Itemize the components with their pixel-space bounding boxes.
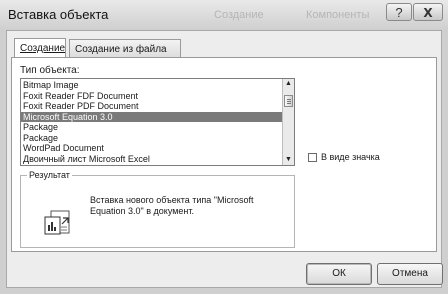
grip-line bbox=[287, 101, 291, 102]
list-item[interactable]: WordPad Document bbox=[21, 143, 283, 154]
scrollbar-thumb[interactable] bbox=[284, 95, 293, 107]
arrow-down-icon[interactable]: ▼ bbox=[285, 156, 292, 164]
tab-create-from-file[interactable]: Создание из файла bbox=[69, 39, 181, 58]
result-group: Результат Вставка нового объекта типа "M… bbox=[20, 170, 295, 248]
close-button[interactable]: X bbox=[413, 3, 443, 21]
result-description: Вставка нового объекта типа "Microsoft E… bbox=[90, 195, 254, 216]
object-type-list[interactable]: Bitmap Image Foxit Reader FDF Document F… bbox=[20, 78, 295, 166]
tab-panel: Тип объекта: Bitmap Image Foxit Reader F… bbox=[11, 57, 437, 252]
list-scrollbar[interactable]: ▲ ▼ bbox=[282, 79, 294, 165]
list-item-selected[interactable]: Microsoft Equation 3.0 bbox=[21, 111, 283, 122]
close-icon: X bbox=[423, 6, 433, 20]
insert-object-dialog: Вставка объекта Создание Компоненты ? X … bbox=[0, 0, 448, 294]
tab-label: Создание bbox=[20, 43, 66, 54]
title-bar: Вставка объекта Создание Компоненты ? X bbox=[0, 0, 448, 30]
list-item[interactable]: Package bbox=[21, 133, 283, 144]
grip-line bbox=[287, 103, 291, 104]
list-item[interactable]: Foxit Reader PDF Document bbox=[21, 101, 283, 112]
dialog-body: Создание Создание из файла Тип объекта: … bbox=[6, 30, 443, 288]
grip-line bbox=[287, 99, 291, 100]
tab-create[interactable]: Создание bbox=[14, 38, 66, 58]
as-icon-checkbox[interactable] bbox=[308, 153, 317, 162]
tab-label: Создание из файла bbox=[75, 44, 167, 55]
background-title-text: Создание bbox=[214, 9, 264, 21]
cancel-button[interactable]: Отмена bbox=[377, 263, 443, 285]
dialog-title: Вставка объекта bbox=[8, 7, 109, 22]
list-item[interactable]: Package bbox=[21, 122, 283, 133]
help-icon: ? bbox=[395, 5, 403, 20]
list-item[interactable]: Bitmap Image bbox=[21, 80, 283, 91]
insert-object-icon bbox=[44, 210, 70, 235]
help-button[interactable]: ? bbox=[386, 3, 412, 21]
result-legend: Результат bbox=[27, 170, 72, 180]
background-title-text: Компоненты bbox=[306, 9, 370, 21]
object-type-label: Тип объекта: bbox=[20, 65, 80, 76]
list-item[interactable]: Двоичный лист Microsoft Excel bbox=[21, 154, 283, 165]
list-item[interactable]: Foxit Reader FDF Document bbox=[21, 91, 283, 102]
ok-button[interactable]: ОК bbox=[306, 263, 372, 285]
arrow-up-icon[interactable]: ▲ bbox=[285, 80, 292, 88]
as-icon-label[interactable]: В виде значка bbox=[321, 152, 380, 162]
